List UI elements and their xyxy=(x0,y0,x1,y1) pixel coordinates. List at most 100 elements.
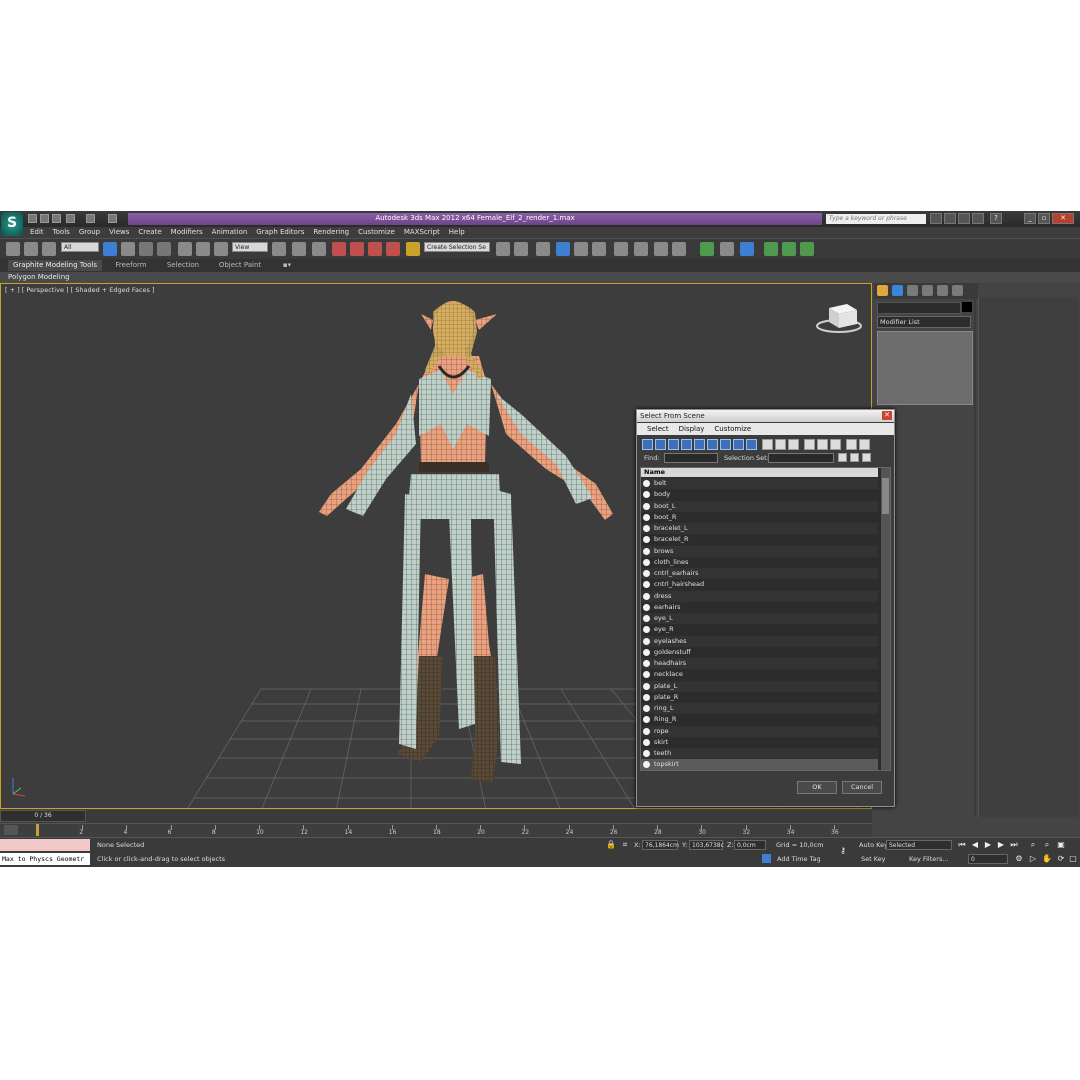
dialog-menu-select[interactable]: Select xyxy=(647,425,669,433)
display-all-icon[interactable] xyxy=(762,439,773,450)
key-icon[interactable]: ⚷ xyxy=(838,846,848,856)
select-children-icon[interactable] xyxy=(850,453,859,462)
list-item[interactable]: earhairs xyxy=(641,601,878,613)
list-item[interactable]: skirt xyxy=(641,736,878,748)
list-item[interactable]: necklace xyxy=(641,669,878,681)
angle-snap-icon[interactable] xyxy=(350,242,364,256)
save-file-icon[interactable] xyxy=(52,214,61,223)
list-item[interactable]: plate_R xyxy=(641,691,878,703)
hierarchy-tab-icon[interactable] xyxy=(907,285,918,296)
selection-set-dropdown[interactable] xyxy=(768,453,834,463)
spinner-snap-icon[interactable] xyxy=(386,242,400,256)
display-spacewarps-icon[interactable] xyxy=(707,439,718,450)
physx-icon[interactable] xyxy=(700,242,714,256)
add-time-tag[interactable]: Add Time Tag xyxy=(777,855,821,863)
dialog-menu-customize[interactable]: Customize xyxy=(714,425,751,433)
polygon-modeling-label[interactable]: Polygon Modeling xyxy=(8,272,70,283)
redo-icon[interactable] xyxy=(86,214,95,223)
lock-icon[interactable]: 🔒 xyxy=(606,840,616,850)
edit-named-selection-icon[interactable] xyxy=(406,242,420,256)
move-icon[interactable] xyxy=(178,242,192,256)
menu-views[interactable]: Views xyxy=(109,227,129,238)
subscription-icon[interactable] xyxy=(944,213,956,224)
list-item[interactable]: boot_L xyxy=(641,500,878,512)
object-list[interactable]: Name belt body boot_L boot_R bracelet_L brace… xyxy=(640,467,891,771)
maxscript-listener-input[interactable] xyxy=(0,839,90,851)
menu-help[interactable]: Help xyxy=(449,227,465,238)
list-item[interactable]: cntrl_earhairs xyxy=(641,568,878,579)
menu-tools[interactable]: Tools xyxy=(53,227,70,238)
physx-step-icon[interactable] xyxy=(782,242,796,256)
rotate-icon[interactable] xyxy=(196,242,210,256)
sort-icon[interactable] xyxy=(859,439,870,450)
auto-key-button[interactable]: Auto Key xyxy=(859,841,888,849)
align-icon[interactable] xyxy=(514,242,528,256)
menu-maxscript[interactable]: MAXScript xyxy=(404,227,440,238)
menu-edit[interactable]: Edit xyxy=(30,227,44,238)
modify-tab-icon[interactable] xyxy=(892,285,903,296)
physx-reset-icon[interactable] xyxy=(800,242,814,256)
new-file-icon[interactable] xyxy=(28,214,37,223)
select-object-icon[interactable] xyxy=(103,242,117,256)
display-cameras-icon[interactable] xyxy=(681,439,692,450)
ribbon-options-icon[interactable]: ▪▾ xyxy=(280,260,294,271)
select-manipulate-icon[interactable] xyxy=(292,242,306,256)
select-all-icon[interactable] xyxy=(804,439,815,450)
menu-modifiers[interactable]: Modifiers xyxy=(171,227,203,238)
key-mode-dropdown[interactable]: Selected xyxy=(886,840,952,850)
display-groups-icon[interactable] xyxy=(720,439,731,450)
list-item[interactable]: brows xyxy=(641,545,878,557)
list-item[interactable]: cntrl_hairshead xyxy=(641,579,878,591)
find-case-icon[interactable] xyxy=(862,453,871,462)
schematic-view-icon[interactable] xyxy=(592,242,606,256)
set-key-button[interactable]: Set Key xyxy=(861,855,886,863)
render-production-icon[interactable] xyxy=(672,242,686,256)
display-geometry-icon[interactable] xyxy=(642,439,653,450)
time-slider-handle[interactable]: 0 / 36 xyxy=(0,810,86,822)
z-coordinate-field[interactable]: 0,0cm xyxy=(734,840,766,850)
list-item[interactable]: cloth_lines xyxy=(641,556,878,568)
list-item[interactable]: eye_R xyxy=(641,624,878,636)
current-frame-field[interactable]: 0 xyxy=(968,854,1008,864)
zoom-extents-icon[interactable]: ▣ xyxy=(1056,840,1066,850)
display-xrefs-icon[interactable] xyxy=(733,439,744,450)
list-item[interactable]: bracelet_R xyxy=(641,534,878,546)
physx-explorer-icon[interactable] xyxy=(740,242,754,256)
unlink-icon[interactable] xyxy=(24,242,38,256)
tab-selection[interactable]: Selection xyxy=(160,260,206,271)
undo-icon[interactable] xyxy=(66,214,75,223)
physx-sim-icon[interactable] xyxy=(720,242,734,256)
list-item[interactable]: Ring_R xyxy=(641,714,878,726)
field-of-view-icon[interactable]: ▷ xyxy=(1028,854,1038,864)
object-color-swatch[interactable] xyxy=(962,302,972,312)
list-item[interactable]: belt xyxy=(641,478,878,489)
restore-button[interactable]: ▫ xyxy=(1038,213,1050,224)
list-item[interactable]: bracelet_L xyxy=(641,523,878,534)
menu-group[interactable]: Group xyxy=(79,227,100,238)
time-config-icon[interactable]: ⚙ xyxy=(1014,854,1024,864)
scale-icon[interactable] xyxy=(214,242,228,256)
menu-create[interactable]: Create xyxy=(138,227,161,238)
pivot-center-icon[interactable] xyxy=(272,242,286,256)
abs-rel-toggle-icon[interactable]: ⌗ xyxy=(620,840,630,850)
window-crossing-icon[interactable] xyxy=(157,242,171,256)
keyboard-shortcut-icon[interactable] xyxy=(312,242,326,256)
snaps-toggle-icon[interactable] xyxy=(332,242,346,256)
object-name-field[interactable] xyxy=(877,302,961,314)
display-shapes-icon[interactable] xyxy=(655,439,666,450)
help-icon[interactable]: ? xyxy=(990,213,1002,224)
named-selection-dropdown[interactable]: Create Selection Se xyxy=(424,242,490,252)
x-coordinate-field[interactable]: 76,1864cm xyxy=(642,840,679,850)
zoom-icon[interactable]: ⌕ xyxy=(1028,840,1038,850)
list-item[interactable]: rope xyxy=(641,725,878,737)
motion-tab-icon[interactable] xyxy=(922,285,933,296)
display-helpers-icon[interactable] xyxy=(694,439,705,450)
dialog-close-button[interactable]: ✕ xyxy=(882,411,892,420)
display-bones-icon[interactable] xyxy=(746,439,757,450)
mirror-icon[interactable] xyxy=(496,242,510,256)
pan-icon[interactable]: ✋ xyxy=(1042,854,1052,864)
selection-filter-dropdown[interactable]: All xyxy=(61,242,99,252)
menu-graph-editors[interactable]: Graph Editors xyxy=(256,227,304,238)
percent-snap-icon[interactable] xyxy=(368,242,382,256)
display-invert-icon[interactable] xyxy=(788,439,799,450)
